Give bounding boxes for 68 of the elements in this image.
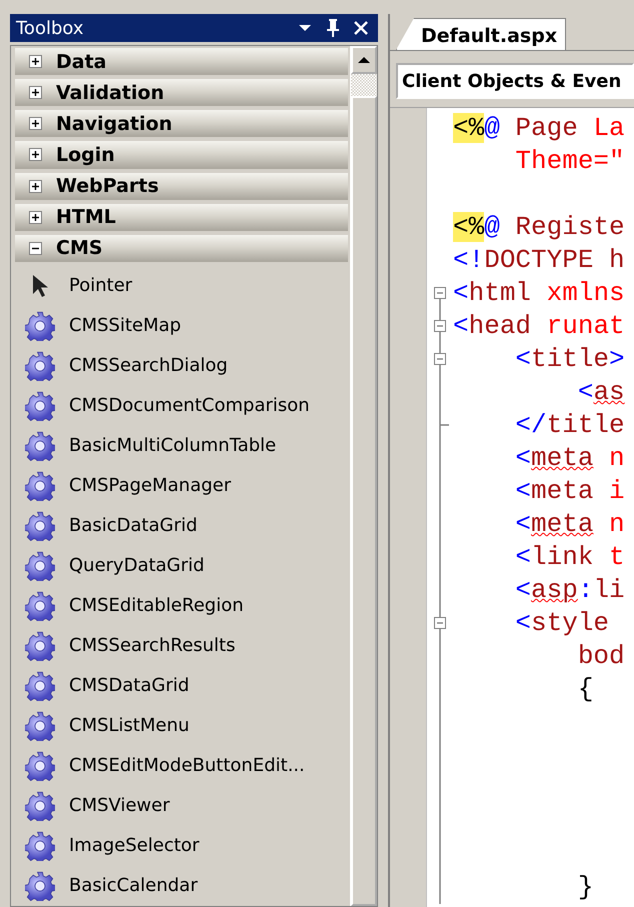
expand-icon[interactable]: [29, 86, 42, 100]
toolbox-item[interactable]: ImageSelector: [15, 826, 348, 866]
code-line: </title: [514, 409, 625, 442]
scrollbar-thumb[interactable]: [351, 74, 377, 96]
expand-icon[interactable]: [29, 117, 42, 130]
gear-icon: [25, 430, 55, 461]
toolbox-item[interactable]: CMSSiteMap: [15, 306, 348, 346]
gear-icon: [25, 350, 55, 381]
gear-icon: [25, 750, 55, 781]
expand-icon[interactable]: [29, 55, 42, 68]
category-header[interactable]: HTML: [15, 204, 348, 231]
toolbox-item[interactable]: Pointer: [15, 266, 348, 306]
gear-icon: [25, 630, 55, 661]
category-header[interactable]: CMS: [15, 234, 348, 262]
code-line: <as: [576, 376, 625, 409]
collapse-icon[interactable]: [29, 242, 42, 255]
toolbox-item[interactable]: CMSEditableRegion: [15, 586, 348, 626]
code-line: <asp:li: [514, 574, 625, 607]
code-line: <style: [514, 607, 610, 640]
toolbox-item[interactable]: CMSPageManager: [15, 466, 348, 506]
toolbox-item[interactable]: CMSEditModeButtonEdit...: [15, 746, 348, 786]
code-line: Theme=": [514, 145, 625, 178]
code-line: <link t: [514, 541, 625, 574]
toolbox-item[interactable]: CMSSearchDialog: [15, 346, 348, 386]
toolbox-item[interactable]: BasicMultiColumnTable: [15, 426, 348, 466]
gear-icon: [25, 510, 55, 541]
gear-icon: [25, 470, 55, 501]
gear-icon: [25, 790, 55, 821]
gear-icon: [25, 310, 55, 341]
toolbox-item[interactable]: CMSSearchResults: [15, 626, 348, 666]
document-tab[interactable]: Default.aspx: [396, 18, 566, 50]
scroll-up-button[interactable]: [351, 46, 377, 74]
gear-icon: [25, 550, 55, 581]
expand-icon[interactable]: [29, 148, 42, 162]
code-line: <html xmlns: [453, 277, 625, 310]
toolbox-item[interactable]: QueryDataGrid: [15, 546, 348, 586]
expand-icon[interactable]: [29, 210, 42, 224]
up-arrow-icon[interactable]: [357, 56, 371, 64]
gear-icon: [25, 870, 55, 901]
category-header[interactable]: Navigation: [15, 110, 348, 138]
category-header[interactable]: Login: [15, 141, 348, 169]
object-dropdown[interactable]: Client Objects & Even: [396, 63, 634, 99]
toolbox-item[interactable]: BasicDataGrid: [15, 506, 348, 546]
toolbox-item[interactable]: CMSDocumentComparison: [15, 386, 348, 426]
gear-icon: [25, 830, 55, 861]
gear-icon: [25, 670, 55, 701]
category-header[interactable]: Validation: [15, 79, 348, 106]
panel-title: Toolbox: [16, 18, 84, 38]
toolbox-item[interactable]: CMSListMenu: [15, 706, 348, 746]
code-line: <meta n: [514, 442, 625, 475]
code-line: <meta i: [514, 475, 625, 508]
code-line: {: [576, 673, 594, 706]
toolbox-item[interactable]: CMSViewer: [15, 786, 348, 826]
expand-icon[interactable]: [29, 180, 42, 193]
code-line: <!DOCTYPE h: [453, 244, 625, 277]
toolbox-item[interactable]: BasicCalendar: [15, 866, 348, 906]
block-end-tick: [440, 424, 449, 426]
gear-icon: [25, 390, 55, 421]
code-line: }: [576, 871, 594, 904]
toolbox-item[interactable]: CMSDataGrid: [15, 666, 348, 706]
code-line: <head runat: [453, 310, 625, 343]
category-header[interactable]: WebParts: [15, 172, 348, 200]
code-line: <title>: [514, 343, 625, 376]
code-line: <meta n: [514, 508, 625, 541]
gear-icon: [25, 590, 55, 621]
code-line: bod: [576, 640, 625, 673]
gear-icon: [25, 710, 55, 741]
category-header[interactable]: Data: [15, 48, 348, 76]
